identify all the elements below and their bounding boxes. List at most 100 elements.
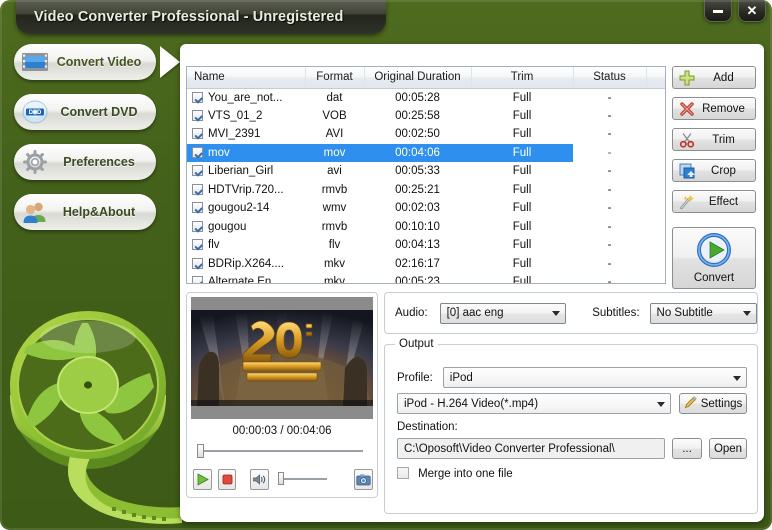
remove-button[interactable]: Remove [672, 97, 756, 120]
action-button-column: Add Remove Trim Crop Effect Convert [672, 66, 760, 289]
convert-button[interactable]: Convert [672, 227, 756, 289]
volume-slider[interactable] [277, 472, 328, 486]
trim-button[interactable]: Trim [672, 128, 756, 151]
table-row[interactable]: HDTVrip.720... rmvb 00:25:21 Full - [187, 181, 665, 200]
table-row[interactable]: Liberian_Girl avi 00:05:33 Full - [187, 162, 665, 181]
row-checkbox[interactable] [192, 183, 203, 195]
row-checkbox[interactable] [192, 220, 203, 232]
table-row[interactable]: gougou2-14 wmv 00:02:03 Full - [187, 199, 665, 218]
output-group-legend: Output [395, 338, 438, 350]
cell-status: - [607, 239, 612, 252]
cell-name-text: mov [208, 146, 230, 159]
column-header-spacer [646, 67, 665, 89]
row-checkbox[interactable] [192, 146, 203, 158]
seek-thumb[interactable] [197, 444, 204, 458]
cell-spacer [646, 143, 665, 162]
sidebar-item-convert-dvd[interactable]: DVD Convert DVD [14, 94, 156, 130]
add-button[interactable]: Add [672, 66, 756, 89]
row-checkbox[interactable] [192, 128, 203, 140]
cell-format: mov [305, 143, 364, 162]
output-panel: Output Profile: iPod iPod - H.264 Video(… [384, 338, 758, 514]
table-row[interactable]: BDRip.X264.... mkv 02:16:17 Full - [187, 255, 665, 274]
snapshot-button[interactable] [354, 468, 374, 490]
crop-icon [676, 161, 698, 180]
stop-button[interactable] [217, 468, 237, 490]
cell-duration: 00:04:13 [395, 239, 440, 252]
column-header-trim[interactable]: Trim [471, 67, 574, 89]
seek-bar[interactable] [193, 443, 373, 459]
row-checkbox[interactable] [192, 165, 203, 177]
sidebar-item-convert-video[interactable]: Convert Video [14, 44, 156, 80]
scissors-icon [676, 130, 698, 149]
window-title: Video Converter Professional - Unregiste… [34, 9, 344, 25]
volume-button[interactable] [250, 468, 270, 490]
sidebar-item-help-about[interactable]: Help&About [14, 194, 156, 230]
volume-thumb[interactable] [278, 472, 285, 485]
close-button[interactable]: ✕ [738, 0, 766, 22]
cell-name: gougou [187, 218, 305, 237]
cell-duration: 00:25:58 [395, 109, 440, 122]
table-row[interactable]: gougou rmvb 00:10:10 Full - [187, 218, 665, 237]
cell-spacer [646, 88, 665, 107]
merge-checkbox[interactable] [397, 467, 409, 479]
sidebar-item-label: Convert DVD [60, 105, 138, 119]
column-header-duration[interactable]: Original Duration [364, 67, 472, 89]
cell-format: VOB [322, 109, 347, 122]
row-checkbox[interactable] [192, 257, 203, 269]
file-list[interactable]: Name Format Original Duration Trim Statu… [186, 66, 666, 284]
cell-duration: 00:05:28 [395, 91, 440, 104]
table-row[interactable]: VTS_01_2 VOB 00:25:58 Full - [187, 107, 665, 126]
play-button[interactable] [193, 468, 212, 490]
chevron-down-icon [743, 311, 751, 316]
table-row[interactable]: flv flv 00:04:13 Full - [187, 236, 665, 255]
destination-value: C:\Oposoft\Video Converter Professional\ [404, 442, 615, 455]
browse-button[interactable]: ... [672, 438, 702, 459]
row-checkbox[interactable] [192, 91, 203, 103]
sidebar-item-label: Preferences [63, 155, 135, 169]
cell-duration: 00:05:33 [395, 165, 440, 178]
cell-status: - [607, 91, 612, 104]
subtitle-select[interactable]: No Subtitle [649, 302, 757, 324]
table-row[interactable]: Alternate.En... mkv 00:05:23 Full - [187, 273, 665, 283]
cell-duration: 00:02:03 [395, 202, 440, 215]
crop-button-label: Crop [711, 164, 736, 177]
column-header-format[interactable]: Format [305, 67, 365, 89]
audio-track-select[interactable]: [0] aac eng [439, 302, 567, 324]
table-row[interactable]: You_are_not... dat 00:05:28 Full - [187, 88, 665, 107]
cell-name: flv [187, 236, 305, 255]
cell-format: rmvb [321, 220, 348, 233]
cell-trim: Full [512, 109, 532, 122]
player-controls [193, 465, 374, 493]
cell-name-text: flv [208, 239, 220, 252]
column-header-name[interactable]: Name [187, 67, 306, 89]
profile-select[interactable]: iPod [442, 367, 747, 388]
open-folder-button[interactable]: Open [709, 438, 747, 459]
cell-status: - [607, 128, 612, 141]
minimize-button[interactable] [704, 0, 732, 22]
cell-name: gougou2-14 [187, 199, 305, 218]
effect-button[interactable]: Effect [672, 190, 756, 213]
chevron-down-icon [657, 401, 665, 407]
column-header-status[interactable]: Status [573, 67, 647, 89]
sidebar-item-preferences[interactable]: Preferences [14, 144, 156, 180]
settings-button[interactable]: Settings [679, 393, 747, 414]
cell-status: - [607, 257, 612, 270]
dvd-disc-icon: DVD [20, 99, 50, 125]
cell-name: Alternate.En... [187, 273, 305, 283]
cell-name: Liberian_Girl [187, 162, 305, 181]
destination-input[interactable]: C:\Oposoft\Video Converter Professional\ [397, 438, 665, 459]
video-preview-screen[interactable] [191, 297, 373, 419]
cell-format: avi [327, 165, 342, 178]
format-select[interactable]: iPod - H.264 Video(*.mp4) [397, 393, 671, 414]
row-checkbox[interactable] [192, 239, 203, 251]
cell-format: flv [328, 239, 341, 252]
row-checkbox[interactable] [192, 202, 203, 214]
merge-checkbox-row[interactable]: Merge into one file [397, 467, 513, 480]
table-header-row: Name Format Original Duration Trim Statu… [187, 67, 665, 89]
row-checkbox[interactable] [192, 109, 203, 121]
table-row[interactable]: MVI_2391 AVI 00:02:50 Full - [187, 125, 665, 144]
cell-name-text: VTS_01_2 [208, 109, 263, 122]
table-row[interactable]: mov mov 00:04:06 Full - [187, 143, 665, 162]
crop-button[interactable]: Crop [672, 159, 756, 182]
row-checkbox[interactable] [192, 276, 203, 283]
